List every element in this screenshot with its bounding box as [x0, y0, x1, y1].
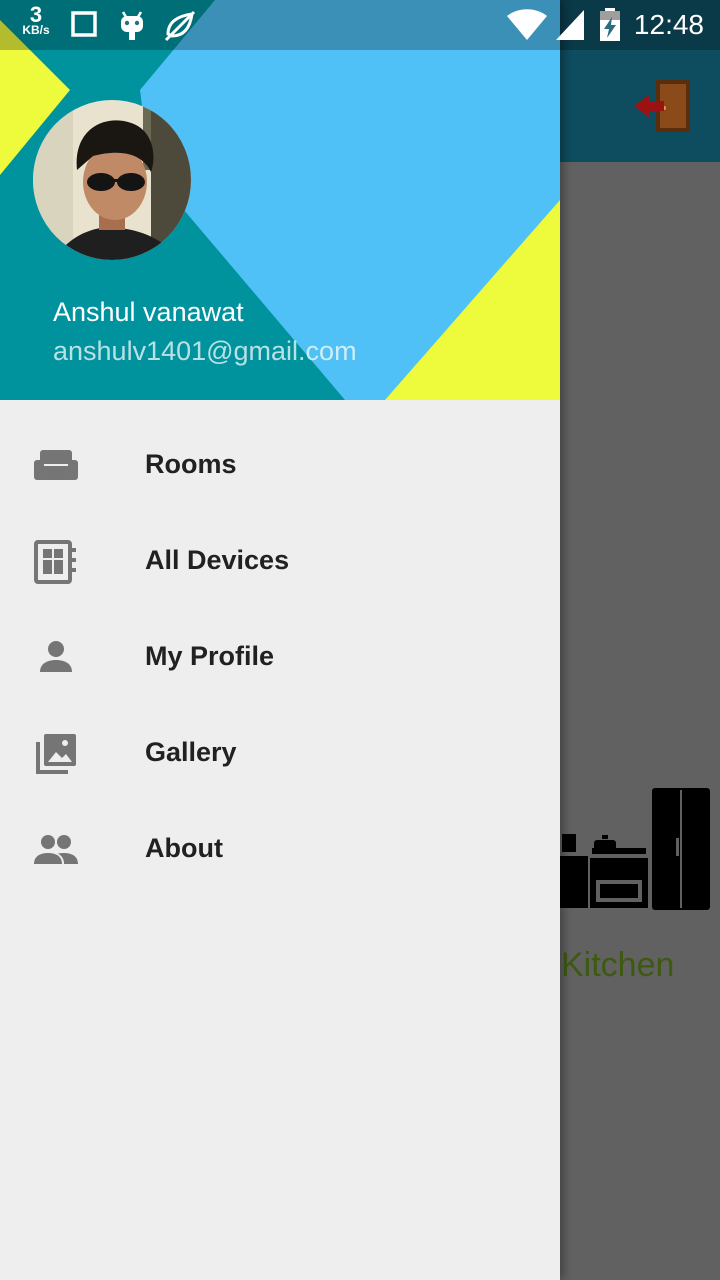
navigation-drawer: Anshul vanawat anshulv1401@gmail.com Roo… — [0, 0, 560, 1280]
square-notification-icon — [71, 11, 97, 37]
kitchen-illustration — [560, 788, 710, 910]
avatar[interactable] — [33, 100, 191, 260]
user-email: anshulv1401@gmail.com — [53, 336, 357, 366]
menu-item-about[interactable]: About — [0, 802, 560, 898]
wifi-icon — [507, 9, 547, 40]
cell-signal-icon — [556, 10, 584, 40]
people-icon — [34, 835, 78, 864]
drawer-menu: Rooms All Devices My Profile Gallery Abo… — [0, 418, 560, 898]
network-speed-unit: KB/s — [22, 23, 50, 37]
sofa-icon — [34, 450, 78, 480]
user-name: Anshul vanawat — [53, 297, 244, 327]
network-speed: 3 KB/s — [16, 4, 56, 37]
menu-item-label: All Devices — [145, 545, 290, 575]
menu-item-rooms[interactable]: Rooms — [0, 418, 560, 514]
menu-item-label: Rooms — [145, 449, 237, 479]
logout-door-icon — [634, 80, 690, 132]
clock: 12:48 — [633, 9, 704, 40]
battery-charging-icon — [600, 8, 620, 41]
room-label-kitchen[interactable]: Kitchen — [561, 946, 674, 985]
profile-photo — [33, 100, 191, 260]
drawer-header: Anshul vanawat anshulv1401@gmail.com — [0, 0, 560, 400]
gallery-icon — [36, 734, 76, 774]
no-signal-leaf-icon — [164, 10, 196, 42]
person-icon — [40, 641, 72, 672]
menu-item-label: My Profile — [145, 641, 275, 671]
menu-item-gallery[interactable]: Gallery — [0, 706, 560, 802]
android-bot-icon — [121, 11, 143, 40]
menu-item-my-profile[interactable]: My Profile — [0, 610, 560, 706]
menu-item-all-devices[interactable]: All Devices — [0, 514, 560, 610]
menu-item-label: Gallery — [145, 737, 237, 767]
menu-item-label: About — [145, 833, 223, 863]
devices-icon — [34, 540, 76, 584]
status-bar: 3 KB/s 12:48 — [0, 0, 720, 50]
logout-button[interactable] — [630, 76, 694, 136]
